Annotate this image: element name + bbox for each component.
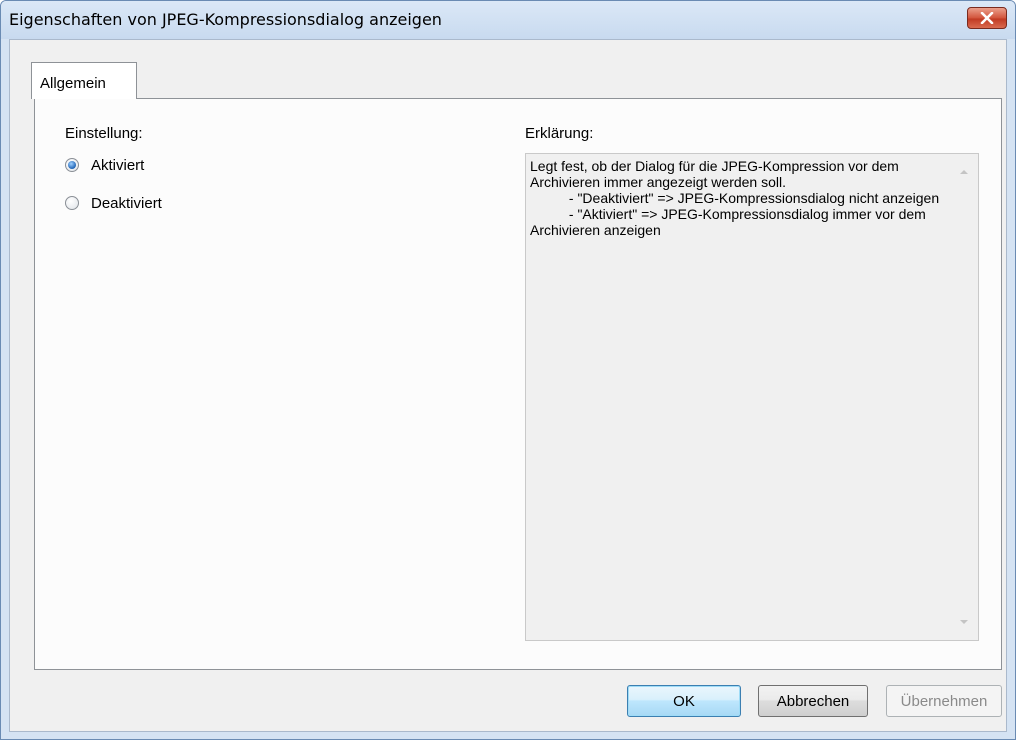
title-bar[interactable]: Eigenschaften von JPEG-Kompressionsdialo…: [1, 1, 1015, 39]
radio-aktiviert[interactable]: Aktiviert: [65, 155, 144, 175]
radio-aktiviert-indicator[interactable]: [65, 158, 79, 172]
radio-deaktiviert[interactable]: Deaktiviert: [65, 193, 162, 213]
explanation-textbox[interactable]: Legt fest, ob der Dialog für die JPEG-Ko…: [525, 153, 979, 641]
setting-label: Einstellung:: [65, 125, 143, 142]
tab-panel-allgemein: Einstellung: Aktiviert Deaktiviert Erklä…: [34, 98, 1002, 670]
close-button[interactable]: [967, 7, 1007, 29]
tab-allgemein[interactable]: Allgemein: [31, 62, 137, 99]
explanation-text: Legt fest, ob der Dialog für die JPEG-Ko…: [530, 158, 940, 238]
explanation-label: Erklärung:: [525, 125, 594, 142]
radio-aktiviert-label[interactable]: Aktiviert: [91, 157, 144, 174]
dialog-window: Eigenschaften von JPEG-Kompressionsdialo…: [0, 0, 1016, 740]
scroll-up-arrow-icon[interactable]: [958, 166, 970, 178]
radio-deaktiviert-indicator[interactable]: [65, 196, 79, 210]
scroll-down-arrow-icon[interactable]: [958, 616, 970, 628]
apply-button[interactable]: Übernehmen: [886, 685, 1002, 717]
dialog-client-area: Allgemein Einstellung: Aktiviert Deaktiv…: [9, 39, 1007, 732]
radio-deaktiviert-label[interactable]: Deaktiviert: [91, 195, 162, 212]
cancel-button[interactable]: Abbrechen: [758, 685, 868, 717]
window-title: Eigenschaften von JPEG-Kompressionsdialo…: [9, 10, 442, 29]
close-icon: [980, 12, 994, 24]
ok-button[interactable]: OK: [627, 685, 741, 717]
